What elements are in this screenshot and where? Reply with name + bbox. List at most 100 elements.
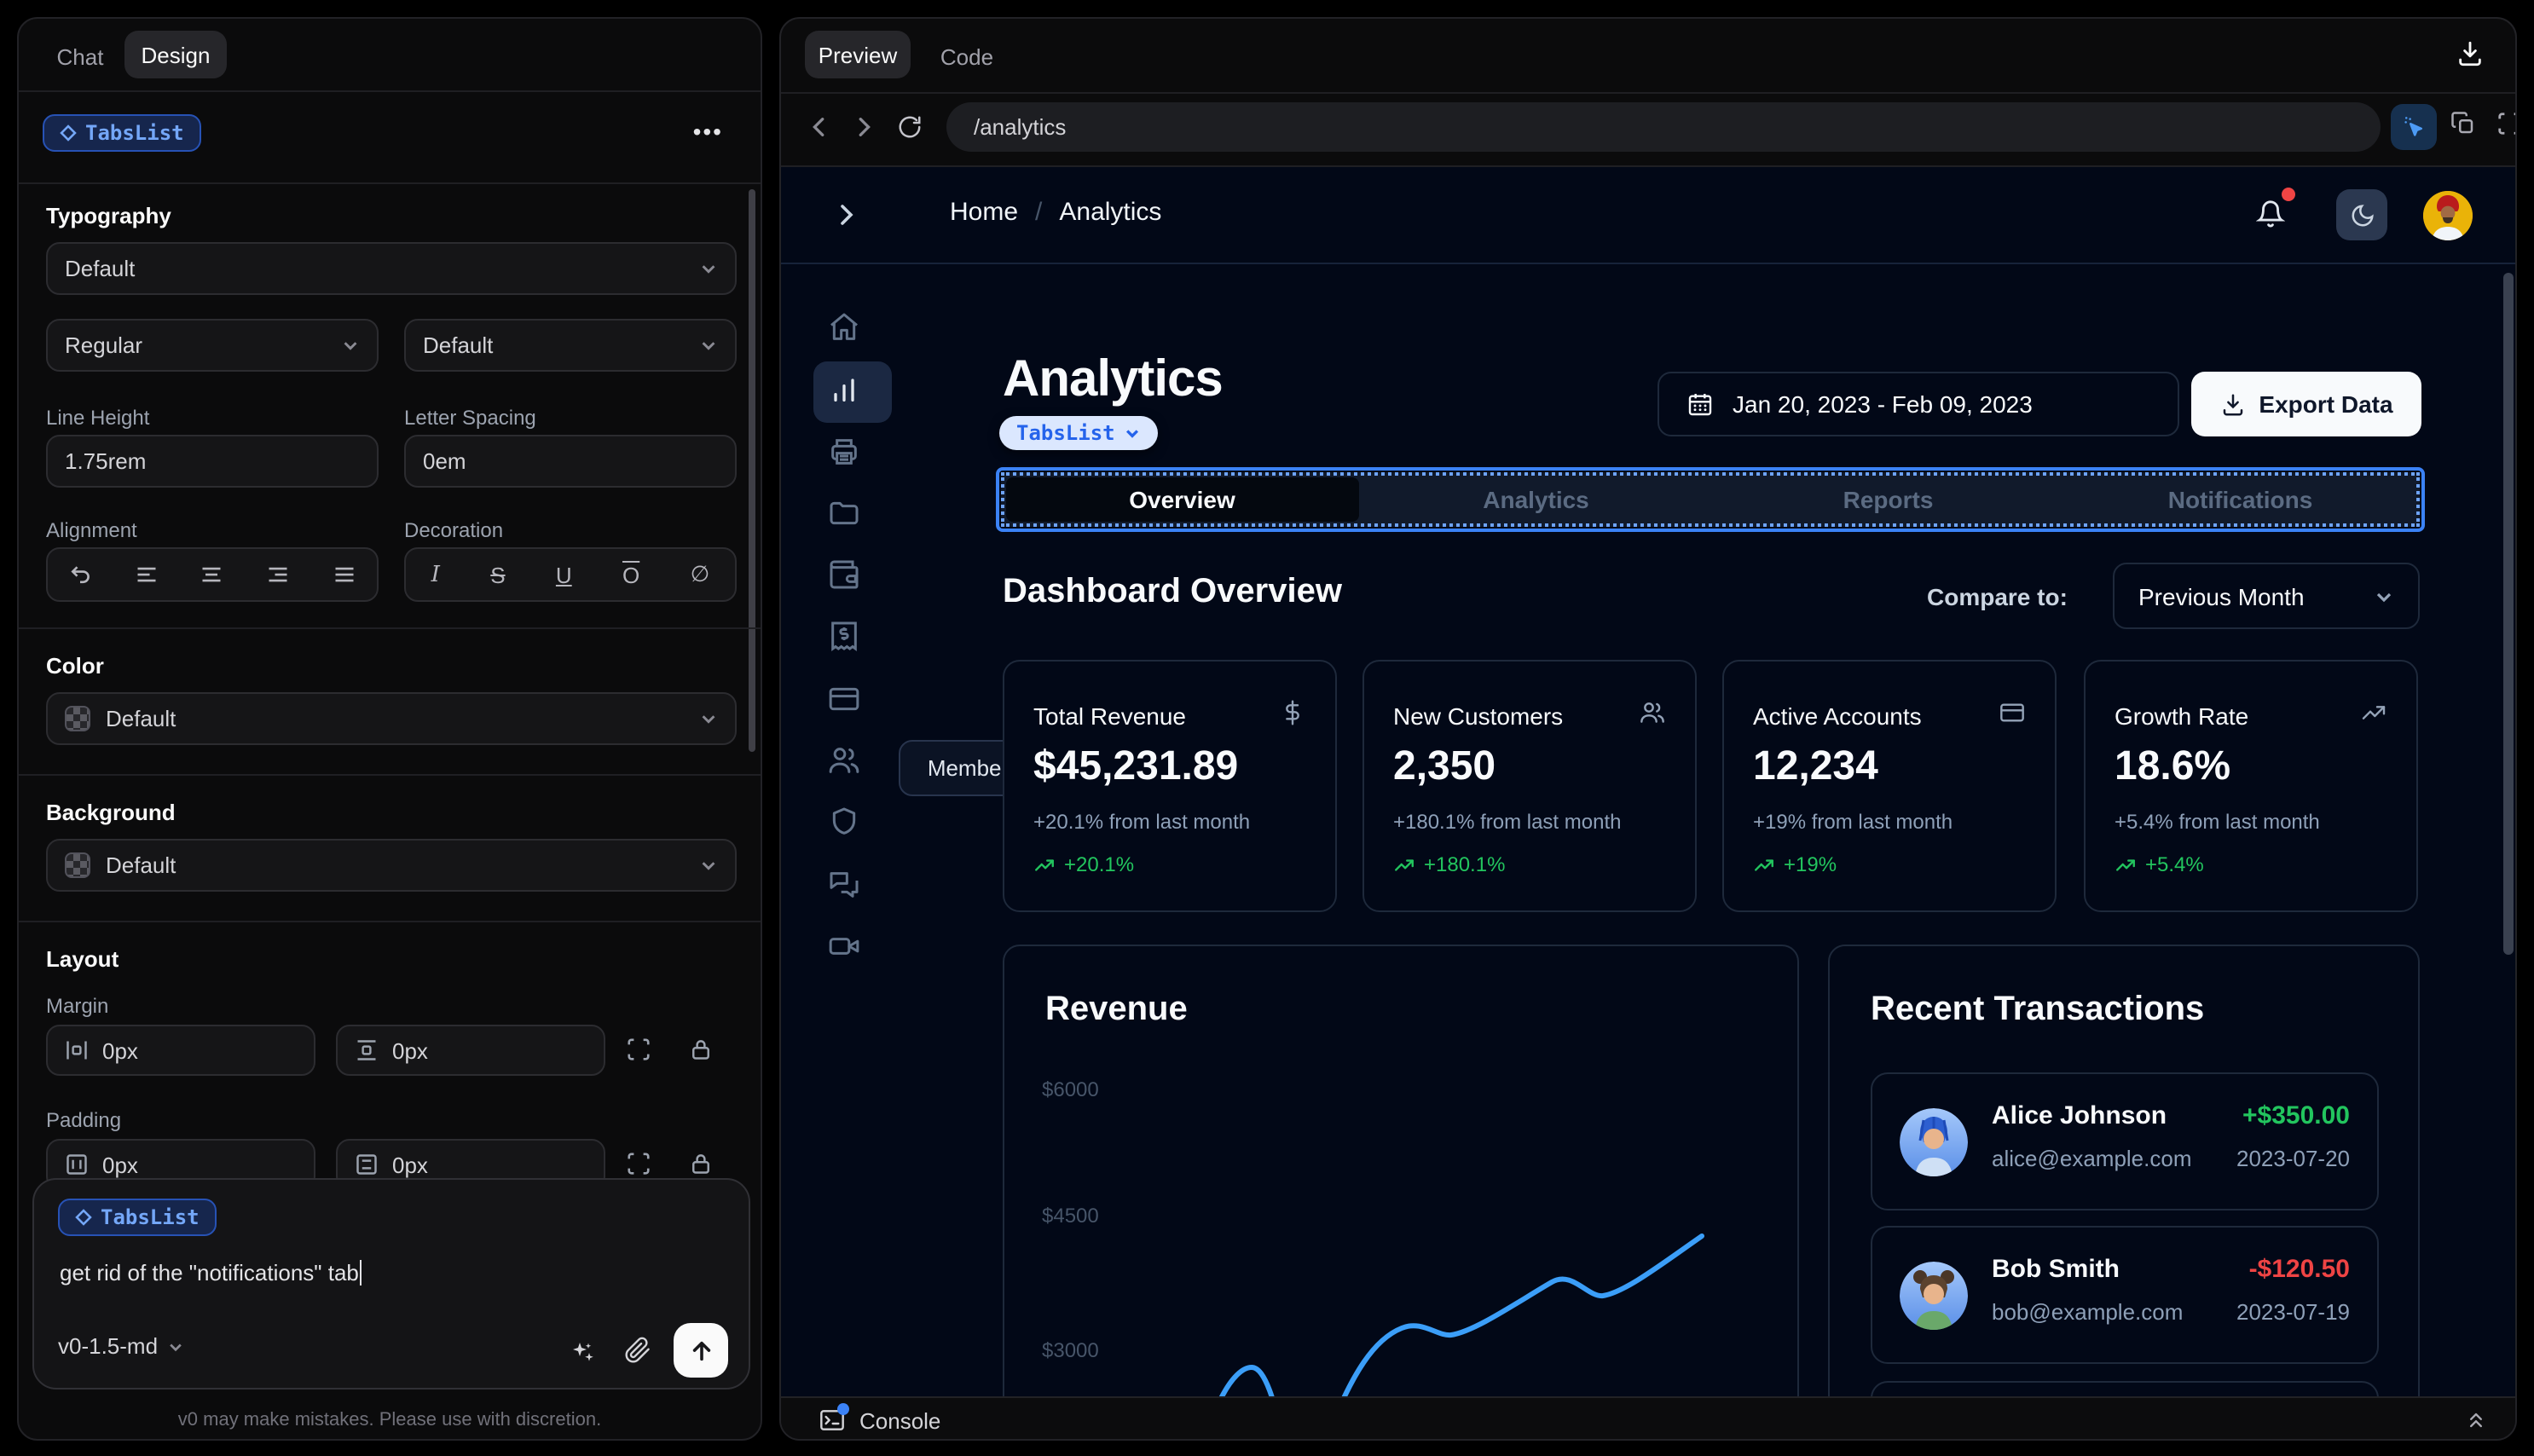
line-height-label: Line Height <box>46 406 150 430</box>
letter-spacing-input[interactable]: 0em <box>404 435 737 488</box>
diamond-icon <box>75 1209 92 1226</box>
transaction-date: 2023-07-20 <box>2236 1146 2350 1171</box>
stat-value: $45,231.89 <box>1033 743 1239 789</box>
model-selector[interactable]: v0-1.5-md <box>58 1333 183 1359</box>
expand-console-icon[interactable] <box>2464 1408 2488 1432</box>
tab-reports[interactable]: Reports <box>1712 476 2064 523</box>
nav-forward-icon[interactable] <box>853 116 875 138</box>
messages-icon[interactable] <box>827 868 861 902</box>
sidebar-scrollbar[interactable] <box>749 189 755 752</box>
stat-card-growth-rate: Growth Rate 18.6% +5.4% from last month … <box>2084 660 2418 912</box>
credit-card-icon[interactable] <box>827 682 861 716</box>
align-right-icon[interactable] <box>266 563 290 586</box>
wallet-icon[interactable] <box>827 558 861 592</box>
padding-lock-icon[interactable] <box>689 1151 713 1176</box>
tab-code[interactable]: Code <box>931 34 1003 78</box>
margin-x-input[interactable]: 0px <box>46 1025 315 1076</box>
home-icon[interactable] <box>827 310 861 344</box>
printer-icon[interactable] <box>827 435 861 469</box>
shield-icon[interactable] <box>827 805 861 839</box>
fullscreen-icon[interactable] <box>2496 111 2515 136</box>
refresh-icon[interactable] <box>897 114 923 140</box>
line-height-input[interactable]: 1.75rem <box>46 435 379 488</box>
selected-element-chip[interactable]: TabsList <box>43 114 201 152</box>
transactions-title: Recent Transactions <box>1871 991 2205 1028</box>
no-decoration-icon[interactable]: ∅ <box>691 561 710 588</box>
inspect-cursor-button[interactable] <box>2391 104 2437 150</box>
video-icon[interactable] <box>827 929 861 963</box>
download-icon[interactable] <box>2456 39 2485 68</box>
underline-icon[interactable]: U <box>556 562 572 587</box>
avatar <box>1900 1108 1968 1176</box>
chevron-down-icon <box>699 336 718 355</box>
nav-back-icon[interactable] <box>808 116 830 138</box>
export-data-button[interactable]: Export Data <box>2191 372 2421 436</box>
overline-icon[interactable]: O <box>622 562 639 587</box>
tab-chat[interactable]: Chat <box>46 34 114 78</box>
folder-icon[interactable] <box>827 496 861 530</box>
stat-card-total-revenue: Total Revenue $45,231.89 +20.1% from las… <box>1003 660 1337 912</box>
users-icon[interactable] <box>827 743 861 777</box>
stat-value: 18.6% <box>2115 743 2231 789</box>
compare-select[interactable]: Previous Month <box>2113 563 2420 629</box>
theme-toggle-button[interactable] <box>2336 189 2387 240</box>
background-select[interactable]: Default <box>46 839 737 892</box>
revenue-chart-card: Revenue $6000 $4500 $3000 <box>1003 945 1799 1396</box>
viewport-scrollbar[interactable] <box>2503 273 2514 955</box>
transaction-email: alice@example.com <box>1992 1146 2192 1171</box>
transaction-row[interactable]: Bob Smith bob@example.com -$120.50 2023-… <box>1871 1226 2379 1364</box>
dollar-icon <box>1279 699 1306 726</box>
bar-chart-icon[interactable] <box>827 372 861 406</box>
tab-design[interactable]: Design <box>124 31 227 78</box>
transaction-amount: +$350.00 <box>2242 1101 2350 1130</box>
tab-overview[interactable]: Overview <box>1006 477 1358 522</box>
padding-expand-icon[interactable] <box>626 1151 651 1176</box>
font-size-select[interactable]: Default <box>404 319 737 372</box>
receipt-icon[interactable] <box>827 619 861 653</box>
chevron-down-icon <box>2376 592 2392 602</box>
bell-icon[interactable] <box>2256 199 2285 228</box>
avatar[interactable] <box>2423 191 2473 240</box>
tab-notifications[interactable]: Notifications <box>2064 476 2416 523</box>
preview-panel: Preview Code /analytics Home / Analytics <box>779 17 2517 1441</box>
margin-lock-icon[interactable] <box>689 1037 713 1062</box>
attachment-icon[interactable] <box>624 1337 651 1364</box>
undo-icon[interactable] <box>69 563 93 586</box>
copy-icon[interactable] <box>2450 111 2476 136</box>
url-bar[interactable]: /analytics <box>946 102 2381 152</box>
font-weight-select[interactable]: Regular <box>46 319 379 372</box>
console-bar[interactable]: Console <box>781 1396 2515 1439</box>
sidebar-toggle-icon[interactable] <box>834 203 858 227</box>
sparkles-icon[interactable] <box>570 1338 597 1366</box>
italic-icon[interactable]: I <box>431 562 440 587</box>
margin-expand-icon[interactable] <box>626 1037 651 1062</box>
date-range-button[interactable]: Jan 20, 2023 - Feb 09, 2023 <box>1658 372 2179 436</box>
chevron-down-icon <box>169 1343 181 1351</box>
v0-workspace: Chat Design TabsList ••• Typography Defa… <box>0 0 2534 1456</box>
more-options-icon[interactable]: ••• <box>693 118 723 145</box>
chat-input[interactable]: get rid of the "notifications" tab​ <box>60 1260 362 1286</box>
revenue-line-chart <box>1218 1234 1704 1396</box>
transaction-name: Alice Johnson <box>1992 1101 2167 1130</box>
composer-context-chip[interactable]: TabsList <box>58 1199 217 1236</box>
align-justify-icon[interactable] <box>332 563 356 586</box>
color-select[interactable]: Default <box>46 692 737 745</box>
transaction-row[interactable]: Alice Johnson alice@example.com +$350.00… <box>1871 1072 2379 1210</box>
stat-change: +180.1% from last month <box>1393 810 1622 834</box>
transaction-row-partial <box>1871 1381 2379 1396</box>
align-center-icon[interactable] <box>200 563 224 586</box>
margin-y-input[interactable]: 0px <box>336 1025 605 1076</box>
chevron-down-icon <box>1125 430 1138 438</box>
stat-change: +19% from last month <box>1753 810 1953 834</box>
stat-title: New Customers <box>1393 702 1564 730</box>
breadcrumb-home[interactable]: Home <box>950 198 1018 227</box>
chevron-down-icon <box>699 259 718 278</box>
strikethrough-icon[interactable]: S <box>490 562 505 587</box>
align-left-icon[interactable] <box>135 563 159 586</box>
margin-label: Margin <box>46 994 109 1018</box>
font-family-select[interactable]: Default <box>46 242 737 295</box>
tab-preview[interactable]: Preview <box>805 31 911 78</box>
tab-analytics[interactable]: Analytics <box>1360 476 1712 523</box>
send-button[interactable] <box>674 1323 728 1378</box>
selected-element-badge[interactable]: TabsList <box>999 416 1158 450</box>
